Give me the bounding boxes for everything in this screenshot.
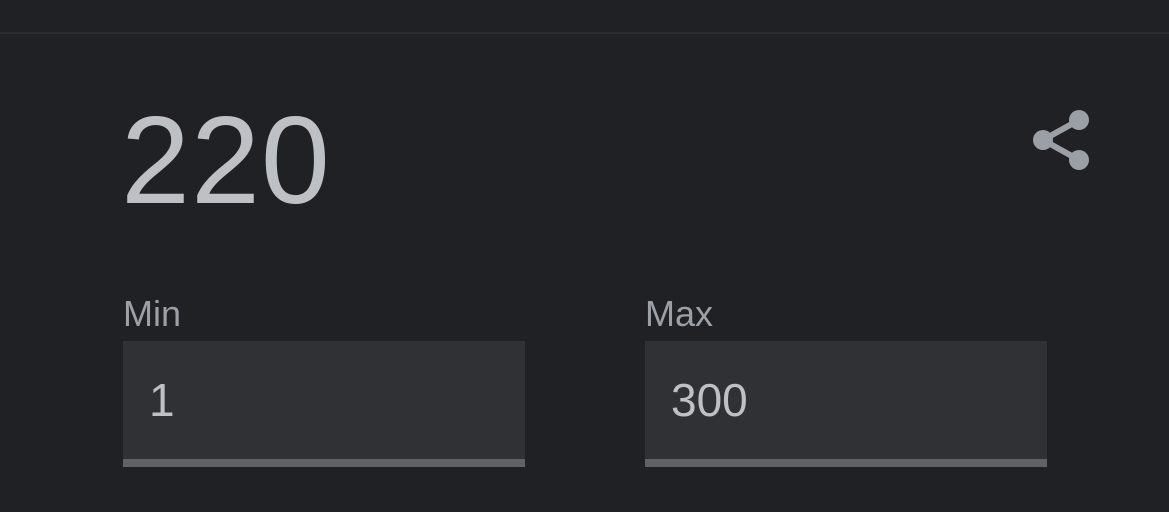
top-bar — [0, 0, 1169, 34]
max-field-container[interactable] — [645, 341, 1047, 467]
min-label: Min — [123, 293, 182, 334]
max-label: Max — [645, 293, 714, 334]
max-input[interactable] — [645, 341, 1047, 459]
share-icon — [1033, 110, 1089, 170]
min-field-container[interactable] — [123, 341, 525, 467]
share-button[interactable] — [1030, 106, 1094, 174]
random-number-result: 220 — [121, 92, 331, 230]
min-input[interactable] — [123, 341, 525, 459]
